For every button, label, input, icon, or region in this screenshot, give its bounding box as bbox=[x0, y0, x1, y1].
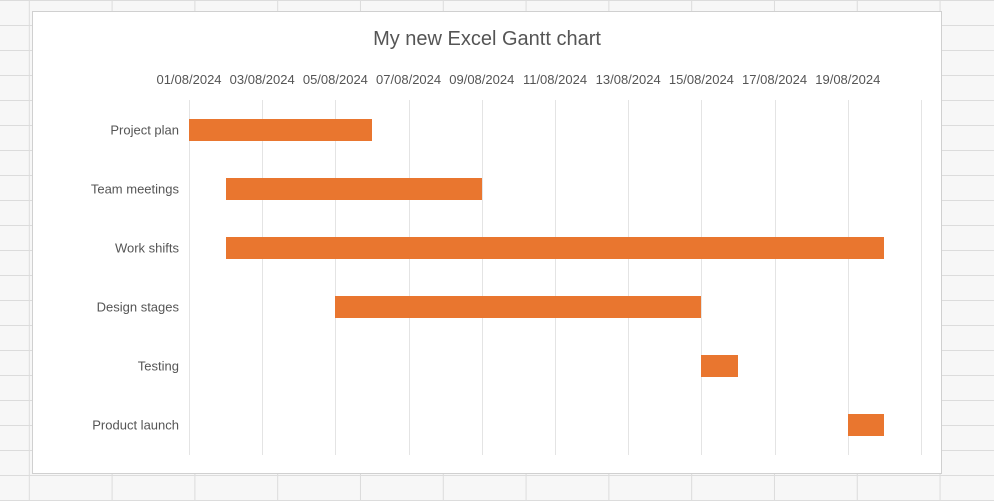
gridline bbox=[921, 100, 922, 455]
x-tick-label: 01/08/2024 bbox=[156, 72, 221, 87]
task-row-design-stages: Design stages bbox=[189, 278, 921, 337]
task-bar bbox=[848, 414, 885, 436]
x-tick-label: 13/08/2024 bbox=[596, 72, 661, 87]
task-bar bbox=[189, 119, 372, 141]
task-bar bbox=[335, 296, 701, 318]
category-label: Product launch bbox=[39, 418, 179, 433]
x-axis-date-labels: 01/08/2024 03/08/2024 05/08/2024 07/08/2… bbox=[189, 72, 921, 92]
task-row-team-meetings: Team meetings bbox=[189, 159, 921, 218]
task-row-work-shifts: Work shifts bbox=[189, 218, 921, 277]
x-tick-label: 03/08/2024 bbox=[230, 72, 295, 87]
x-tick-label: 17/08/2024 bbox=[742, 72, 807, 87]
category-label: Work shifts bbox=[39, 240, 179, 255]
category-label: Testing bbox=[39, 359, 179, 374]
task-row-testing: Testing bbox=[189, 337, 921, 396]
x-tick-label: 09/08/2024 bbox=[449, 72, 514, 87]
task-rows: Project plan Team meetings Work shifts D… bbox=[189, 100, 921, 455]
plot-area: Project plan Team meetings Work shifts D… bbox=[189, 100, 921, 455]
x-tick-label: 19/08/2024 bbox=[815, 72, 880, 87]
chart-title: My new Excel Gantt chart bbox=[33, 28, 941, 51]
task-row-project-plan: Project plan bbox=[189, 100, 921, 159]
category-label: Design stages bbox=[39, 300, 179, 315]
task-bar bbox=[701, 355, 738, 377]
category-label: Team meetings bbox=[39, 181, 179, 196]
task-bar bbox=[226, 178, 482, 200]
x-tick-label: 07/08/2024 bbox=[376, 72, 441, 87]
x-tick-label: 15/08/2024 bbox=[669, 72, 734, 87]
task-row-product-launch: Product launch bbox=[189, 396, 921, 455]
x-tick-label: 11/08/2024 bbox=[523, 72, 587, 87]
task-bar bbox=[226, 237, 885, 259]
gantt-chart: My new Excel Gantt chart 01/08/2024 03/0… bbox=[32, 11, 942, 474]
x-tick-label: 05/08/2024 bbox=[303, 72, 368, 87]
category-label: Project plan bbox=[39, 122, 179, 137]
